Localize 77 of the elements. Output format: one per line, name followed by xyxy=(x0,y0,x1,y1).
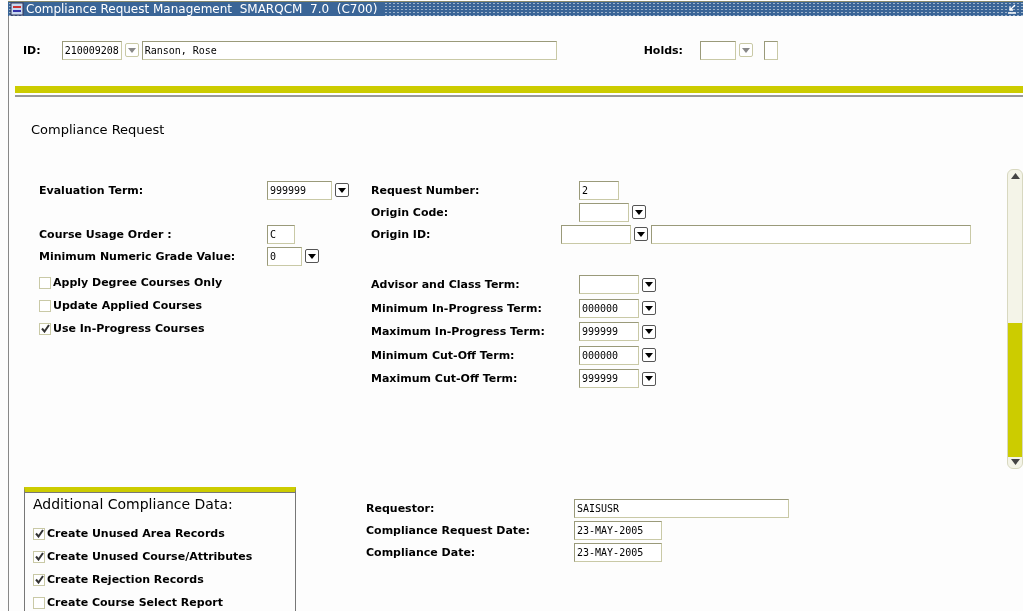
text-field[interactable] xyxy=(561,224,631,244)
field-label: Origin ID: xyxy=(371,227,432,241)
app-icon xyxy=(10,2,24,16)
text-field[interactable]: SAISUSR xyxy=(574,498,789,518)
caret-icon xyxy=(127,47,136,53)
field-label: Minimum Cut-Off Term: xyxy=(371,348,516,362)
caret-icon xyxy=(645,305,653,311)
field-label: Advisor and Class Term: xyxy=(371,278,521,292)
text-field[interactable]: 999999 xyxy=(579,369,639,389)
field-label: Minimum In-Progress Term: xyxy=(371,301,543,315)
caret-icon xyxy=(637,231,645,237)
text-field[interactable]: 23-MAY-2005 xyxy=(574,542,662,562)
name-field[interactable]: Ranson, Rose xyxy=(141,40,557,60)
caret-icon xyxy=(645,352,653,358)
holds-field[interactable] xyxy=(700,40,736,60)
text-field[interactable]: 000000 xyxy=(579,298,639,318)
checkbox-label: Create Unused Course/Attributes xyxy=(47,550,253,563)
caret-icon xyxy=(338,187,346,193)
dropdown-button[interactable] xyxy=(632,205,646,219)
text-field[interactable]: 23-MAY-2005 xyxy=(574,520,662,540)
text-field[interactable]: 000000 xyxy=(579,345,639,365)
id-label: ID: xyxy=(23,43,41,57)
checkbox[interactable] xyxy=(33,573,45,586)
caret-icon xyxy=(645,329,653,335)
field-label: Minimum Numeric Grade Value: xyxy=(39,249,237,263)
id-field[interactable]: 210009208 xyxy=(61,40,122,60)
text-field[interactable] xyxy=(579,202,629,222)
dropdown-button[interactable] xyxy=(642,348,656,363)
section-title: Compliance Request xyxy=(31,122,165,137)
field-label: Maximum In-Progress Term: xyxy=(371,325,546,339)
field-label: Maximum Cut-Off Term: xyxy=(371,372,519,386)
dropdown-button[interactable] xyxy=(634,227,648,241)
checkbox[interactable] xyxy=(39,299,51,312)
checkbox-label: Update Applied Courses xyxy=(53,299,203,312)
checkbox[interactable] xyxy=(39,322,51,335)
dropdown-button[interactable] xyxy=(642,371,656,386)
text-field[interactable]: 2 xyxy=(579,180,619,200)
field-label: Compliance Request Date: xyxy=(366,523,531,537)
text-field[interactable]: 999999 xyxy=(579,322,639,342)
panel-title: Additional Compliance Data: xyxy=(33,496,234,512)
dropdown-button[interactable] xyxy=(642,277,656,292)
text-field[interactable]: C xyxy=(267,224,295,244)
field-label: Compliance Date: xyxy=(366,545,477,559)
checkbox[interactable] xyxy=(33,550,45,563)
checkbox[interactable] xyxy=(33,596,45,609)
checkbox[interactable] xyxy=(39,276,51,289)
caret-icon xyxy=(308,253,316,259)
window-title: Compliance Request Management SMARQCM 7.0 (C700) xyxy=(24,2,384,16)
checkbox-label: Create Unused Area Records xyxy=(47,527,225,540)
name-field[interactable] xyxy=(651,224,971,244)
field-label: Requestor: xyxy=(366,501,436,515)
text-field[interactable] xyxy=(579,275,639,295)
dropdown-button[interactable] xyxy=(305,249,319,263)
holds-indicator-field[interactable] xyxy=(764,40,778,60)
checkbox-label: Apply Degree Courses Only xyxy=(53,276,223,289)
scroll-up-icon[interactable] xyxy=(1010,173,1020,179)
checkbox-label: Create Course Select Report xyxy=(47,596,223,609)
dropdown-button[interactable] xyxy=(335,183,349,197)
dropdown-button[interactable] xyxy=(642,324,656,339)
text-field[interactable]: 0 xyxy=(267,246,302,266)
vertical-scrollbar[interactable] xyxy=(1007,169,1023,469)
field-label: Course Usage Order : xyxy=(39,227,173,241)
scroll-down-icon[interactable] xyxy=(1010,459,1020,465)
caret-icon xyxy=(742,47,750,53)
checkbox[interactable] xyxy=(33,527,45,540)
checkbox-label: Create Rejection Records xyxy=(47,573,204,586)
field-label: Evaluation Term: xyxy=(39,183,145,197)
field-label: Request Number: xyxy=(371,183,481,197)
checkbox-label: Use In-Progress Courses xyxy=(53,322,205,335)
dropdown-button[interactable] xyxy=(642,301,656,316)
text-field[interactable]: 999999 xyxy=(267,180,332,200)
caret-icon xyxy=(645,376,653,382)
minimize-icon[interactable] xyxy=(1007,4,1017,14)
holds-label: Holds: xyxy=(643,43,683,57)
caret-icon xyxy=(635,209,643,215)
field-label: Origin Code: xyxy=(371,205,450,219)
caret-icon xyxy=(645,282,653,288)
